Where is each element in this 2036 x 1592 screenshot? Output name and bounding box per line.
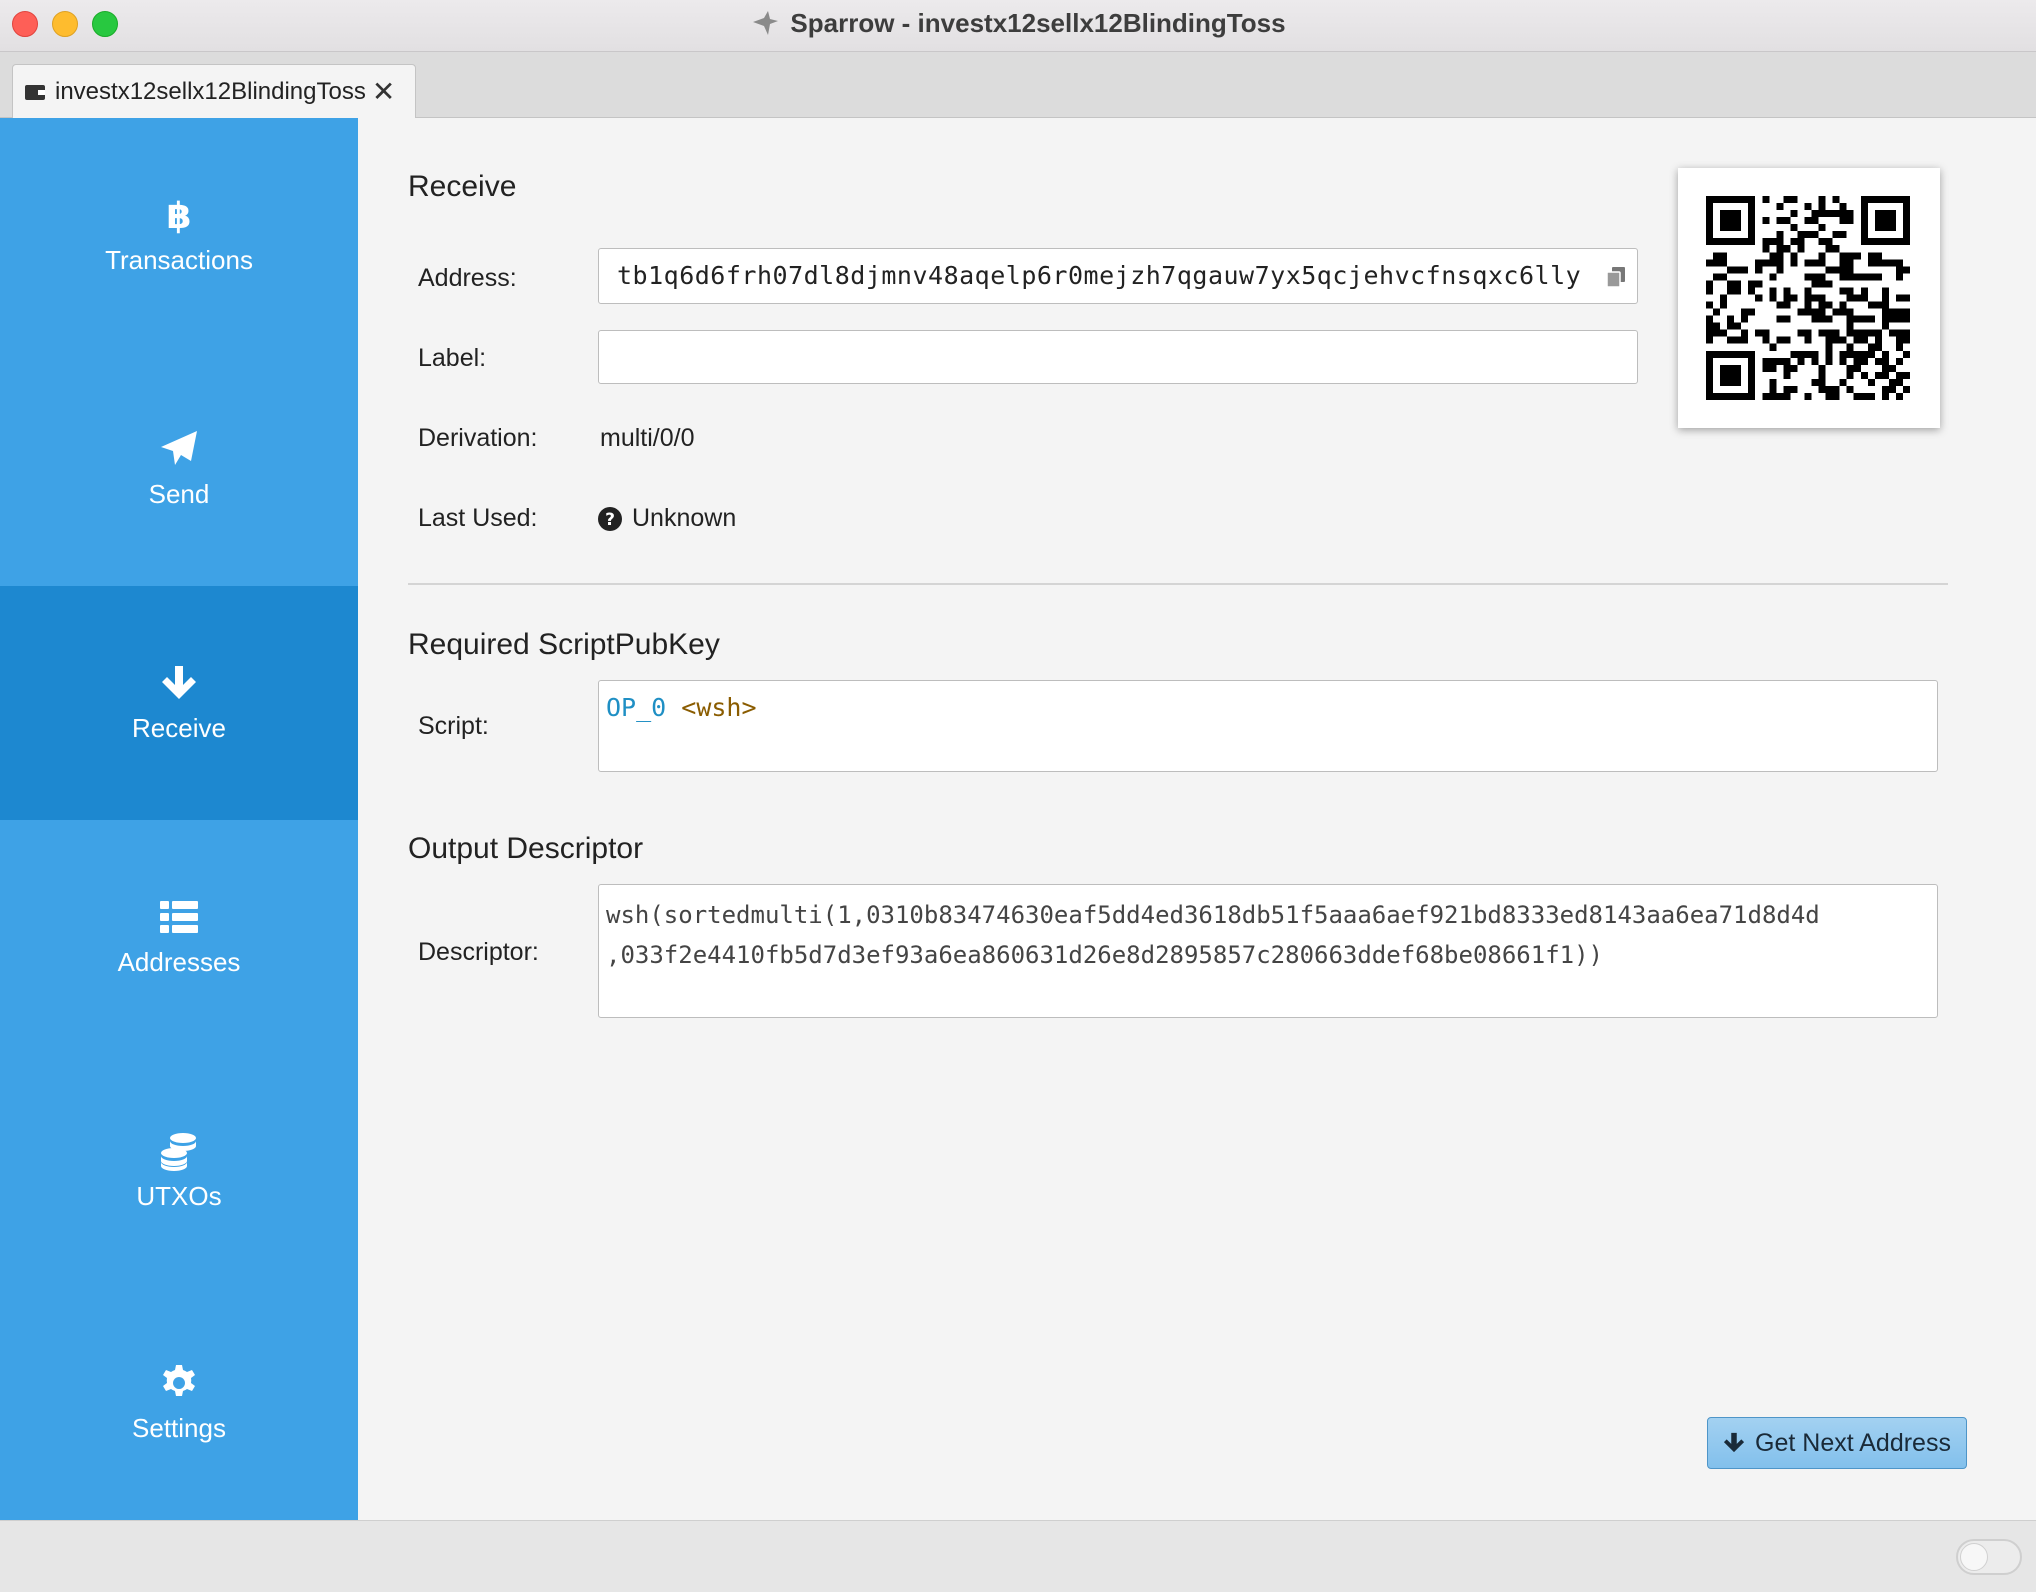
sidebar-item-label: Addresses bbox=[117, 946, 241, 977]
sidebar-item-label: Receive bbox=[132, 712, 226, 743]
qr-code-image bbox=[1706, 196, 1910, 400]
script-label: Script: bbox=[418, 712, 489, 740]
descriptor-label: Descriptor: bbox=[418, 938, 539, 966]
last-used-label: Last Used: bbox=[418, 504, 538, 532]
gear-icon bbox=[163, 1364, 195, 1396]
section-divider bbox=[408, 583, 1948, 585]
wallet-icon bbox=[25, 84, 45, 100]
descriptor-text: wsh(sortedmulti(1,0310b83474630eaf5dd4ed… bbox=[606, 895, 1820, 975]
svg-text:?: ? bbox=[605, 510, 615, 530]
coins-icon bbox=[161, 1132, 196, 1171]
descriptor-section-title: Output Descriptor bbox=[408, 832, 644, 865]
sidebar-item-utxos[interactable]: UTXOs bbox=[0, 1054, 358, 1288]
scriptpubkey-section-title: Required ScriptPubKey bbox=[408, 628, 720, 661]
toggle-knob bbox=[1960, 1543, 1988, 1571]
derivation-label: Derivation: bbox=[418, 424, 538, 452]
sidebar-item-transactions[interactable]: ฿ Transactions bbox=[0, 118, 358, 352]
get-next-address-button[interactable]: Get Next Address bbox=[1707, 1417, 1967, 1469]
arrow-down-icon bbox=[1723, 1432, 1745, 1453]
sidebar-item-label: UTXOs bbox=[136, 1180, 222, 1211]
sidebar-item-receive[interactable]: Receive bbox=[0, 586, 358, 820]
sidebar-item-label: Send bbox=[148, 478, 210, 509]
label-input[interactable] bbox=[598, 330, 1638, 384]
window-title-wrap: Sparrow - investx12sellx12BlindingToss bbox=[0, 0, 2036, 46]
window-title: Sparrow - investx12sellx12BlindingToss bbox=[790, 7, 1286, 38]
address-field[interactable]: tb1q6d6frh07dl8djmnv48aqelp6r0mejzh7qgau… bbox=[598, 248, 1638, 304]
tab-wallet[interactable]: investx12sellx12BlindingToss ✕ bbox=[12, 64, 416, 118]
sidebar-item-label: Transactions bbox=[105, 244, 253, 275]
label-label: Label: bbox=[418, 344, 487, 372]
sidebar-item-settings[interactable]: Settings bbox=[0, 1286, 358, 1520]
tab-label: investx12sellx12BlindingToss bbox=[55, 77, 366, 105]
svg-text:฿: ฿ bbox=[166, 196, 191, 235]
script-op: OP_0 bbox=[606, 693, 667, 722]
status-bar bbox=[0, 1520, 2036, 1592]
list-icon bbox=[160, 900, 198, 933]
descriptor-line-2: ,033f2e4410fb5d7d3ef93a6ea860631d26e8d28… bbox=[606, 941, 1603, 969]
last-used-value: Unknown bbox=[632, 504, 737, 532]
paper-plane-icon bbox=[161, 430, 197, 465]
address-label: Address: bbox=[418, 264, 517, 292]
sidebar-item-label: Settings bbox=[132, 1412, 226, 1443]
script-arg: <wsh> bbox=[681, 693, 757, 722]
sparrow-logo-icon bbox=[753, 11, 779, 35]
sidebar-item-send[interactable]: Send bbox=[0, 352, 358, 586]
receive-section-title: Receive bbox=[408, 170, 517, 203]
get-next-address-label: Get Next Address bbox=[1755, 1428, 1951, 1457]
title-bar: Sparrow - investx12sellx12BlindingToss bbox=[0, 0, 2036, 52]
connection-toggle[interactable] bbox=[1956, 1539, 2022, 1575]
descriptor-line-1: wsh(sortedmulti(1,0310b83474630eaf5dd4ed… bbox=[606, 901, 1820, 929]
tab-close-icon[interactable]: ✕ bbox=[372, 77, 395, 106]
sidebar: ฿ Transactions Send Receive Addresses UT… bbox=[0, 118, 358, 1520]
script-field[interactable]: OP_0 <wsh> bbox=[598, 680, 1938, 772]
tab-strip: investx12sellx12BlindingToss ✕ bbox=[0, 52, 2036, 118]
derivation-value: multi/0/0 bbox=[600, 424, 695, 452]
bitcoin-icon: ฿ bbox=[166, 196, 191, 235]
address-qr-code[interactable] bbox=[1678, 168, 1940, 428]
question-circle-icon: ? bbox=[598, 506, 622, 531]
sidebar-item-addresses[interactable]: Addresses bbox=[0, 820, 358, 1054]
receive-panel: Receive Address: tb1q6d6frh07dl8djmnv48a… bbox=[358, 118, 2036, 1520]
last-used-value-wrap: ? Unknown bbox=[598, 504, 736, 533]
descriptor-field[interactable]: wsh(sortedmulti(1,0310b83474630eaf5dd4ed… bbox=[598, 884, 1938, 1018]
arrow-down-icon bbox=[162, 665, 196, 699]
script-text: OP_0 <wsh> bbox=[606, 693, 757, 722]
copy-icon[interactable] bbox=[1607, 267, 1625, 287]
address-value[interactable]: tb1q6d6frh07dl8djmnv48aqelp6r0mejzh7qgau… bbox=[617, 261, 1581, 290]
